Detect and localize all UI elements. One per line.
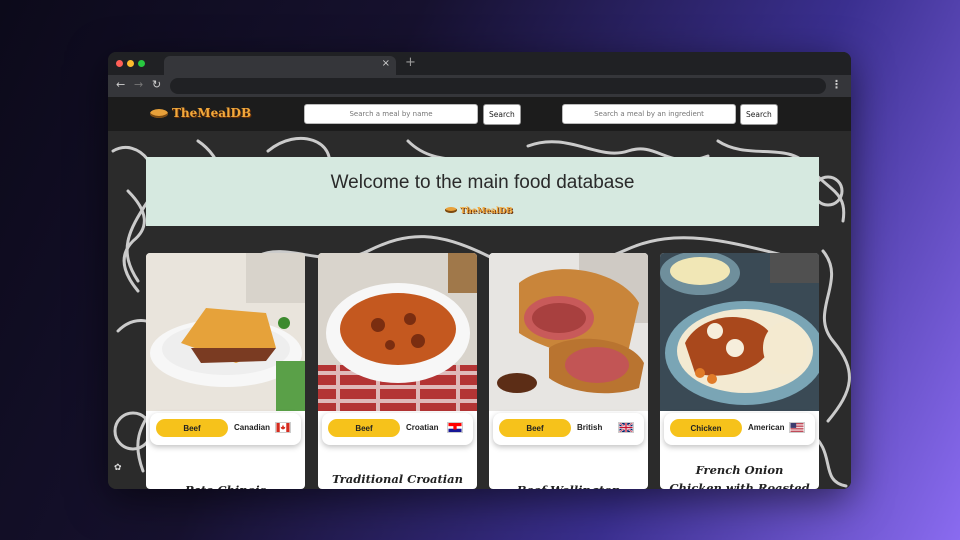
meal-title[interactable]: Pate Chinois [154, 481, 297, 489]
reload-icon[interactable]: ↻ [152, 78, 161, 91]
category-badge[interactable]: Chicken [670, 419, 742, 437]
tab-bar: × + [108, 52, 851, 75]
logo-text: TheMealDB [172, 106, 252, 120]
search-by-name-button[interactable]: Search [483, 104, 521, 125]
meal-image[interactable] [318, 253, 477, 411]
category-badge[interactable]: Beef [156, 419, 228, 437]
browser-tab[interactable]: × [164, 56, 396, 75]
meal-meta: Beef British [493, 413, 644, 445]
meal-meta: Chicken American [664, 413, 815, 445]
category-badge[interactable]: Beef [499, 419, 571, 437]
meal-meta: Beef Canadian [150, 413, 301, 445]
page-viewport: TheMealDB Search Search [108, 97, 851, 489]
canada-flag-icon [275, 422, 291, 433]
usa-flag-icon [789, 422, 805, 433]
maximize-window-button[interactable] [138, 60, 145, 67]
area-label: Croatian [406, 423, 439, 432]
meal-title[interactable]: Beef Wellington [497, 481, 640, 489]
uk-flag-icon [618, 422, 634, 433]
search-by-name-input[interactable] [304, 104, 478, 124]
meal-title[interactable]: French Onion Chicken with Roasted Carrot… [668, 461, 811, 489]
plate-icon [445, 207, 457, 213]
meal-card[interactable]: Beef British Beef Wellington [489, 253, 648, 489]
address-bar[interactable] [170, 78, 826, 94]
browser-toolbar: ← → ↻ ⋮ [108, 75, 851, 97]
back-icon[interactable]: ← [116, 78, 125, 91]
meal-image[interactable] [146, 253, 305, 411]
banner-logo-text: TheMealDB [460, 205, 513, 215]
browser-menu-icon[interactable]: ⋮ [831, 78, 842, 91]
area-label: American [748, 423, 785, 432]
plate-icon [150, 108, 168, 118]
area-label: British [577, 423, 603, 432]
site-header: TheMealDB Search Search [108, 97, 851, 131]
site-logo[interactable]: TheMealDB [150, 106, 251, 120]
welcome-banner: Welcome to the main food database TheMea… [146, 157, 819, 226]
banner-logo: TheMealDB [445, 205, 513, 215]
croatia-flag-icon [447, 422, 463, 433]
new-tab-button[interactable]: + [405, 55, 416, 70]
close-window-button[interactable] [116, 60, 123, 67]
category-badge[interactable]: Beef [328, 419, 400, 437]
meal-card[interactable]: Beef Croatian Traditional Croatian [318, 253, 477, 489]
meal-card[interactable]: Chicken American French Onion Chicken wi… [660, 253, 819, 489]
meal-card[interactable]: Beef Canadian Pate Chinois [146, 253, 305, 489]
meal-image[interactable] [489, 253, 648, 411]
area-label: Canadian [234, 423, 271, 432]
meal-title[interactable]: Traditional Croatian [326, 470, 469, 488]
search-by-ingredient-input[interactable] [562, 104, 736, 124]
welcome-title: Welcome to the main food database [330, 172, 635, 193]
settings-icon[interactable]: ✿ [114, 463, 122, 473]
meal-image[interactable] [660, 253, 819, 411]
browser-window: × + ← → ↻ ⋮ TheMealDB Search Search [108, 52, 851, 489]
minimize-window-button[interactable] [127, 60, 134, 67]
search-by-ingredient-button[interactable]: Search [740, 104, 778, 125]
meal-meta: Beef Croatian [322, 413, 473, 445]
tab-close-icon[interactable]: × [382, 58, 390, 69]
forward-icon[interactable]: → [134, 78, 143, 91]
